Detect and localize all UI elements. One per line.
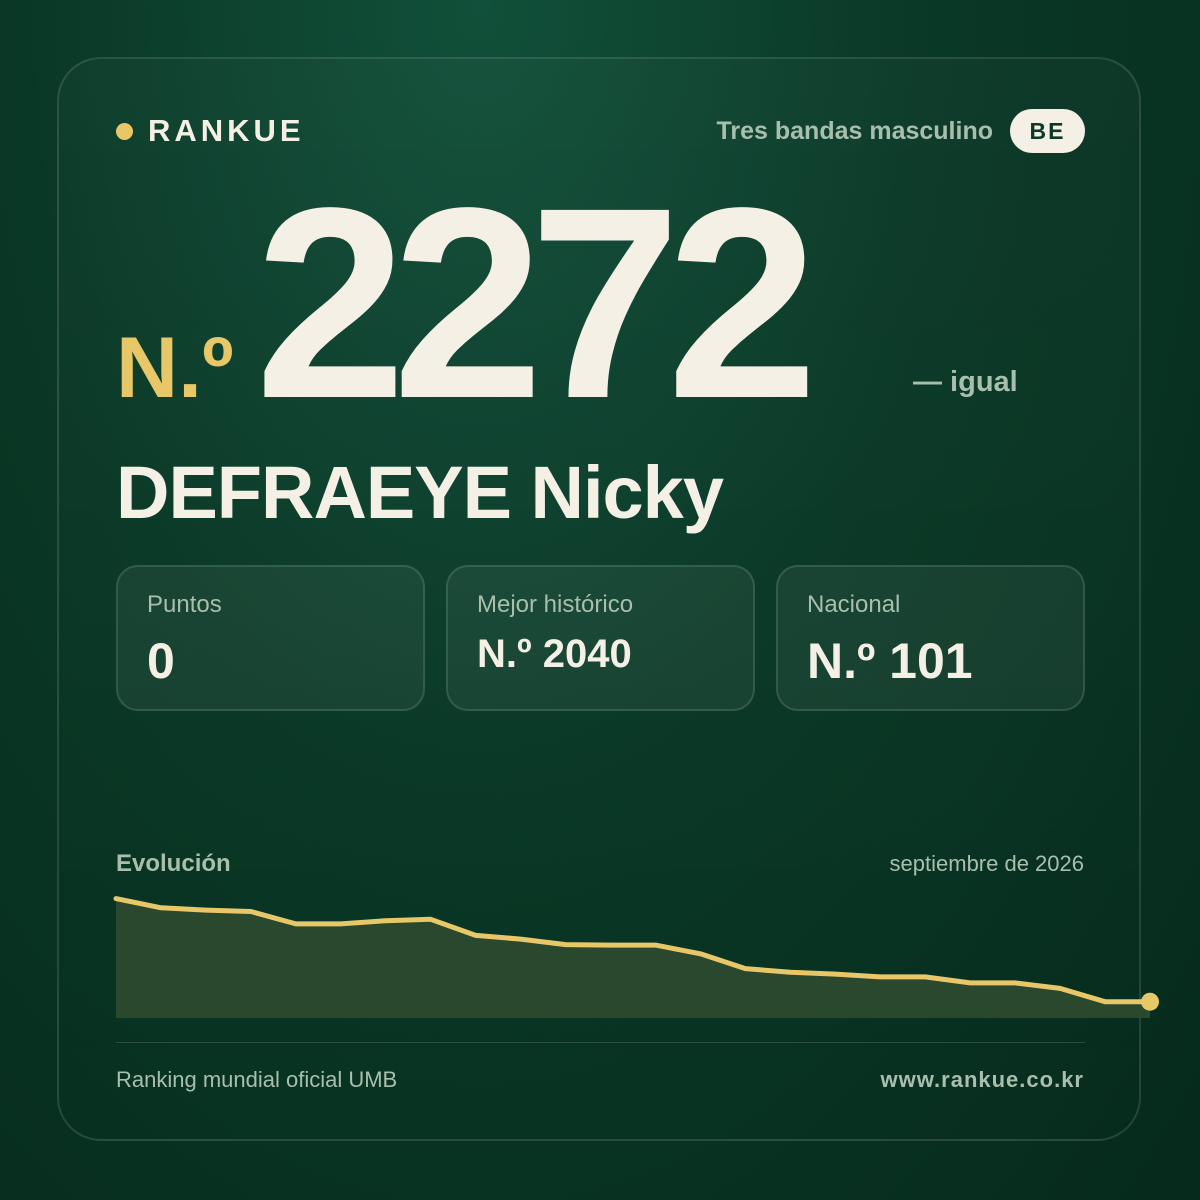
brand-name: RANKUE: [148, 113, 305, 148]
stat-value: N.º 2040: [477, 632, 632, 676]
stat-label: Puntos: [147, 591, 222, 618]
stat-value: N.º 101: [807, 633, 973, 689]
brand-dot-icon: [116, 122, 133, 140]
chart-current-point: [1141, 992, 1159, 1011]
rank-prefix: N.º: [116, 320, 234, 416]
website-link[interactable]: www.rankue.co.kr: [881, 1066, 1084, 1094]
stat-value: 0: [147, 633, 175, 689]
stat-card-best-rank: Mejor histórico N.º 2040: [446, 565, 755, 711]
player-name: DEFRAEYE Nicky: [116, 451, 724, 534]
evolution-date: septiembre de 2026: [889, 851, 1084, 876]
stat-label: Mejor histórico: [477, 591, 634, 618]
stat-label: Nacional: [807, 591, 901, 618]
source-label: Ranking mundial oficial UMB: [116, 1067, 398, 1092]
rank-change: — igual: [913, 366, 1018, 398]
footer-divider: [116, 1042, 1085, 1043]
country-badge: BE: [1010, 109, 1085, 153]
brand: RANKUE: [116, 112, 305, 150]
stat-card-national-rank: Nacional N.º 101: [776, 565, 1085, 711]
stat-card-points: Puntos 0: [116, 565, 425, 711]
evolution-chart: [113, 896, 1159, 1018]
category-label: Tres bandas masculino: [716, 117, 994, 145]
rank-value: 2272: [255, 151, 818, 455]
evolution-label: Evolución: [116, 850, 231, 877]
